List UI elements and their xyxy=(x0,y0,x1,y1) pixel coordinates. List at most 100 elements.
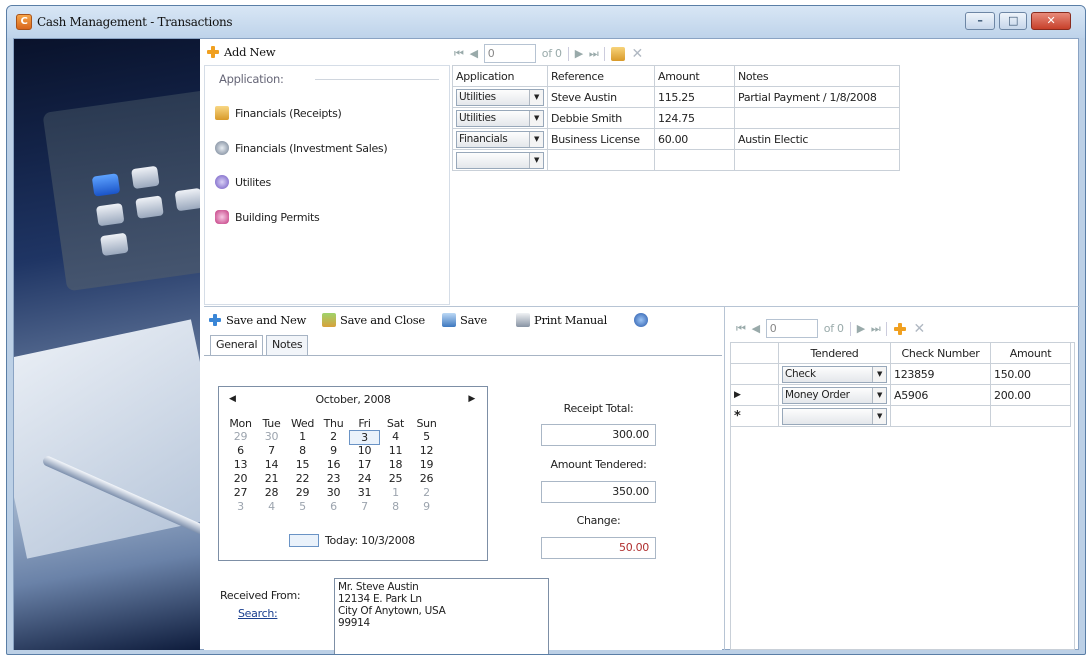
app-item-utilites[interactable]: Utilites xyxy=(215,175,271,189)
first-record-icon[interactable]: ⏮ xyxy=(736,322,746,336)
calendar[interactable]: ◀ October, 2008 ▶ Mon Tue Wed Thu Fri Sat Sun … xyxy=(218,386,488,561)
calendar-day[interactable]: 13 xyxy=(225,458,256,471)
table-row[interactable]: Utilities ▼ Steve Austin 115.25 Partial P… xyxy=(452,86,900,108)
calendar-day[interactable]: 16 xyxy=(318,458,349,471)
calendar-day[interactable]: 12 xyxy=(411,444,442,457)
chevron-down-icon[interactable]: ▼ xyxy=(872,387,886,403)
calendar-day[interactable]: 21 xyxy=(256,472,287,485)
new-row-icon[interactable]: * xyxy=(730,405,779,427)
tendered-combo[interactable]: ▼ xyxy=(782,407,887,425)
table-row[interactable]: ▶ Money Order ▼ A5906 200.00 xyxy=(730,384,1071,406)
last-record-icon[interactable]: ⏭ xyxy=(871,322,881,336)
record-position-input[interactable]: 0 xyxy=(765,319,818,338)
calendar-day[interactable]: 7 xyxy=(256,444,287,457)
calendar-day[interactable]: 31 xyxy=(349,486,380,499)
tab-notes[interactable]: Notes xyxy=(266,335,309,355)
calendar-day[interactable]: 18 xyxy=(380,458,411,471)
notes-cell[interactable]: Austin Electic xyxy=(734,128,900,150)
add-new-button[interactable]: Add New xyxy=(206,45,276,59)
notes-cell[interactable]: Partial Payment / 1/8/2008 xyxy=(734,86,900,108)
application-combo[interactable]: Utilities ▼ xyxy=(456,109,544,127)
title-bar[interactable]: C Cash Management - Transactions – □ ✕ xyxy=(7,6,1085,38)
col-amount[interactable]: Amount xyxy=(990,342,1071,364)
save-and-close-button[interactable]: Save and Close xyxy=(322,313,425,327)
first-record-icon[interactable]: ⏮ xyxy=(454,47,464,61)
delete-icon[interactable]: ✕ xyxy=(913,321,925,337)
calendar-day[interactable]: 2 xyxy=(411,486,442,499)
calendar-day[interactable]: 4 xyxy=(380,430,411,445)
calendar-day[interactable]: 14 xyxy=(256,458,287,471)
maximize-button[interactable]: □ xyxy=(999,12,1027,30)
table-row[interactable]: * ▼ xyxy=(730,405,1071,427)
search-link[interactable]: Search: xyxy=(238,607,278,620)
help-button[interactable] xyxy=(634,313,648,327)
calendar-day[interactable]: 28 xyxy=(256,486,287,499)
amount-cell[interactable] xyxy=(654,149,735,171)
col-tendered[interactable]: Tendered xyxy=(778,342,891,364)
calendar-day[interactable]: 9 xyxy=(318,444,349,457)
app-item-financials-investment[interactable]: Financials (Investment Sales) xyxy=(215,141,388,155)
calendar-day[interactable]: 30 xyxy=(256,430,287,445)
received-from-field[interactable]: Mr. Steve Austin 12134 E. Park Ln City O… xyxy=(334,578,549,654)
calendar-day[interactable]: 29 xyxy=(287,486,318,499)
tendered-combo[interactable]: Check ▼ xyxy=(782,365,887,383)
row-selector[interactable] xyxy=(730,363,779,385)
calendar-day[interactable]: 24 xyxy=(349,472,380,485)
calendar-next-icon[interactable]: ▶ xyxy=(468,394,475,404)
col-notes[interactable]: Notes xyxy=(734,65,900,87)
record-position-input[interactable]: 0 xyxy=(483,44,536,63)
calendar-day[interactable]: 6 xyxy=(225,444,256,457)
tendered-combo[interactable]: Money Order ▼ xyxy=(782,386,887,404)
col-check-number[interactable]: Check Number xyxy=(890,342,991,364)
check-number-cell[interactable] xyxy=(890,405,991,427)
calendar-day[interactable]: 9 xyxy=(411,500,442,513)
calendar-day[interactable]: 8 xyxy=(380,500,411,513)
current-row-icon[interactable]: ▶ xyxy=(730,384,779,406)
next-record-icon[interactable]: ▶ xyxy=(857,322,865,335)
calendar-day[interactable]: 29 xyxy=(225,430,256,445)
table-row[interactable]: Utilities ▼ Debbie Smith 124.75 xyxy=(452,107,900,129)
calendar-day[interactable]: 3 xyxy=(225,500,256,513)
calendar-day[interactable]: 6 xyxy=(318,500,349,513)
amount-cell[interactable]: 60.00 xyxy=(654,128,735,150)
calendar-day[interactable]: 22 xyxy=(287,472,318,485)
calendar-day[interactable]: 26 xyxy=(411,472,442,485)
last-record-icon[interactable]: ⏭ xyxy=(589,47,599,61)
prev-record-icon[interactable]: ◀ xyxy=(470,47,478,60)
col-amount[interactable]: Amount xyxy=(654,65,735,87)
reference-cell[interactable]: Debbie Smith xyxy=(547,107,655,129)
print-manual-button[interactable]: Print Manual xyxy=(516,313,607,327)
calendar-day[interactable]: 30 xyxy=(318,486,349,499)
calendar-day[interactable]: 5 xyxy=(287,500,318,513)
col-application[interactable]: Application xyxy=(452,65,548,87)
check-number-cell[interactable]: A5906 xyxy=(890,384,991,406)
calendar-day[interactable]: 25 xyxy=(380,472,411,485)
application-combo[interactable]: Utilities ▼ xyxy=(456,88,544,106)
amount-cell[interactable]: 200.00 xyxy=(990,384,1071,406)
chevron-down-icon[interactable]: ▼ xyxy=(872,366,886,382)
prev-record-icon[interactable]: ◀ xyxy=(752,322,760,335)
table-row[interactable]: Check ▼ 123859 150.00 xyxy=(730,363,1071,385)
calendar-day[interactable]: 27 xyxy=(225,486,256,499)
chevron-down-icon[interactable]: ▼ xyxy=(529,110,543,126)
amount-tendered-field[interactable]: 350.00 xyxy=(541,481,656,503)
calendar-day[interactable]: 10 xyxy=(349,444,380,457)
table-row[interactable]: Financials ▼ Business License 60.00 Austi… xyxy=(452,128,900,150)
notes-cell[interactable] xyxy=(734,149,900,171)
notes-cell[interactable] xyxy=(734,107,900,129)
calendar-day-selected[interactable]: 3 xyxy=(349,430,380,445)
delete-icon[interactable]: ✕ xyxy=(631,46,643,62)
calendar-day[interactable]: 23 xyxy=(318,472,349,485)
calendar-day[interactable]: 1 xyxy=(380,486,411,499)
calendar-day[interactable]: 4 xyxy=(256,500,287,513)
reference-cell[interactable]: Business License xyxy=(547,128,655,150)
calendar-day[interactable]: 8 xyxy=(287,444,318,457)
calendar-day[interactable]: 19 xyxy=(411,458,442,471)
calendar-day[interactable]: 17 xyxy=(349,458,380,471)
calendar-day[interactable]: 11 xyxy=(380,444,411,457)
next-record-icon[interactable]: ▶ xyxy=(575,47,583,60)
amount-cell[interactable] xyxy=(990,405,1071,427)
chevron-down-icon[interactable]: ▼ xyxy=(529,89,543,105)
table-row[interactable]: ▼ xyxy=(452,149,900,171)
calendar-day[interactable]: 1 xyxy=(287,430,318,445)
